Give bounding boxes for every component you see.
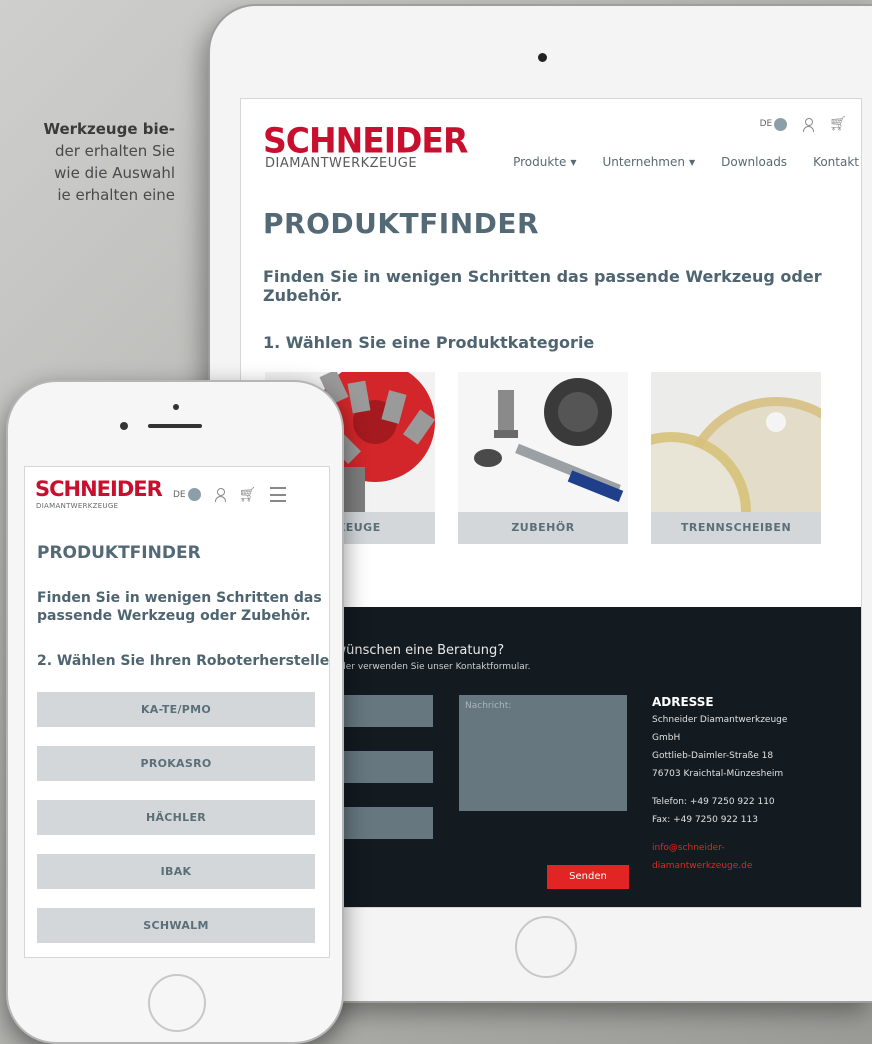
bg-line-2: der erhalten Sie: [55, 142, 175, 160]
address-line: 76703 Kraichtal-Münzesheim: [652, 769, 784, 779]
category-label: TRENNSCHEIBEN: [651, 512, 821, 544]
manufacturer-button[interactable]: SCHWALM: [37, 908, 315, 943]
address-line: Schneider Diamantwerkzeuge: [652, 715, 788, 725]
nav-item-produkte[interactable]: Produkte ▼: [500, 155, 589, 169]
page-title: PRODUKTFINDER: [263, 207, 540, 240]
phone-device: SCHNEIDER DIAMANTWERKZEUGE DE 🛒︎ PRODUKT…: [6, 380, 344, 1044]
globe-icon: [187, 488, 201, 501]
message-field[interactable]: Nachricht:: [459, 695, 627, 811]
phone-speaker: [148, 424, 202, 428]
menu-icon[interactable]: [270, 487, 287, 502]
header-icons: DE 🛒︎: [173, 487, 287, 502]
phone-sensor: [173, 404, 179, 410]
logo-subtitle: DIAMANTWERKZEUGE: [36, 502, 119, 510]
address-block: ADRESSE Schneider Diamantwerkzeuge GmbH …: [652, 695, 852, 875]
step-heading: 2. Wählen Sie Ihren Roboterhersteller: [37, 653, 330, 669]
logo[interactable]: SCHNEIDER: [263, 120, 468, 161]
fax-number: Fax: +49 7250 922 113: [652, 815, 758, 825]
address-line: GmbH: [652, 733, 681, 743]
page-title: PRODUKTFINDER: [37, 543, 201, 563]
email-link[interactable]: info@schneider-: [652, 839, 852, 857]
tablet-header: SCHNEIDER DIAMANTWERKZEUGE DE 🛒︎ Produkt…: [241, 99, 861, 199]
category-card-zubehoer[interactable]: ZUBEHÖR: [458, 372, 628, 544]
language-label: DE: [173, 489, 186, 500]
phone-screen: SCHNEIDER DIAMANTWERKZEUGE DE 🛒︎ PRODUKT…: [24, 466, 330, 958]
tablet-home-button[interactable]: [515, 916, 577, 978]
address-line: Gottlieb-Daimler-Straße 18: [652, 751, 774, 761]
nav-label: Kontakt: [813, 155, 859, 169]
manufacturer-button[interactable]: HÄCHLER: [37, 800, 315, 835]
nav-label: Downloads: [721, 155, 788, 169]
manufacturer-button[interactable]: IBAK: [37, 854, 315, 889]
nav-item-kontakt[interactable]: Kontakt: [800, 155, 861, 169]
phone-camera: [120, 422, 128, 430]
category-image: [651, 372, 821, 512]
message-placeholder: Nachricht:: [465, 701, 512, 711]
nav-item-downloads[interactable]: Downloads: [708, 155, 800, 169]
category-label: ZUBEHÖR: [458, 512, 628, 544]
send-button[interactable]: Senden: [547, 865, 629, 889]
user-icon[interactable]: [214, 488, 226, 502]
cart-icon[interactable]: 🛒︎: [239, 488, 257, 502]
category-card-trennscheiben[interactable]: TRENNSCHEIBEN: [651, 372, 821, 544]
tablet-camera: [538, 53, 547, 62]
cart-icon[interactable]: 🛒︎: [829, 117, 847, 131]
background-text: Werkzeuge bie- der erhalten Sie wie die …: [0, 118, 175, 206]
main-nav: Produkte ▼ Unternehmen ▼ Downloads Konta…: [500, 155, 861, 169]
language-switch[interactable]: DE: [173, 488, 201, 501]
bg-line-1: Werkzeuge bie-: [43, 120, 175, 138]
manufacturer-button[interactable]: PROKASRO: [37, 746, 315, 781]
logo[interactable]: SCHNEIDER: [35, 477, 163, 501]
intro-text: Finden Sie in wenigen Schritten das pass…: [37, 590, 322, 624]
user-icon[interactable]: [803, 117, 815, 132]
nav-label: Unternehmen: [602, 155, 685, 169]
logo-subtitle: DIAMANTWERKZEUGE: [265, 156, 418, 171]
manufacturer-button[interactable]: KA-TE/PMO: [37, 692, 315, 727]
language-switch[interactable]: DE: [759, 117, 788, 131]
chevron-down-icon: ▼: [570, 157, 577, 167]
category-cards: RKZEUGE ZUBEHÖR TRENNSCHEIBEN: [265, 372, 845, 544]
address-heading: ADRESSE: [652, 695, 714, 709]
bg-line-4: ie erhalten eine: [57, 186, 175, 204]
step-heading: 1. Wählen Sie eine Produktkategorie: [263, 333, 595, 352]
language-label: DE: [759, 119, 773, 129]
chevron-down-icon: ▼: [689, 157, 696, 167]
bg-line-3: wie die Auswahl: [54, 164, 175, 182]
nav-label: Produkte: [513, 155, 567, 169]
nav-item-unternehmen[interactable]: Unternehmen ▼: [590, 155, 709, 169]
phone-home-button[interactable]: [148, 974, 206, 1032]
intro-text: Finden Sie in wenigen Schritten das pass…: [263, 267, 822, 305]
globe-icon: [774, 117, 788, 131]
category-image: [458, 372, 628, 512]
email-link-cont[interactable]: diamantwerkzeuge.de: [652, 857, 852, 875]
phone-number: Telefon: +49 7250 922 110: [652, 797, 775, 807]
header-icons: DE 🛒︎: [759, 117, 847, 132]
